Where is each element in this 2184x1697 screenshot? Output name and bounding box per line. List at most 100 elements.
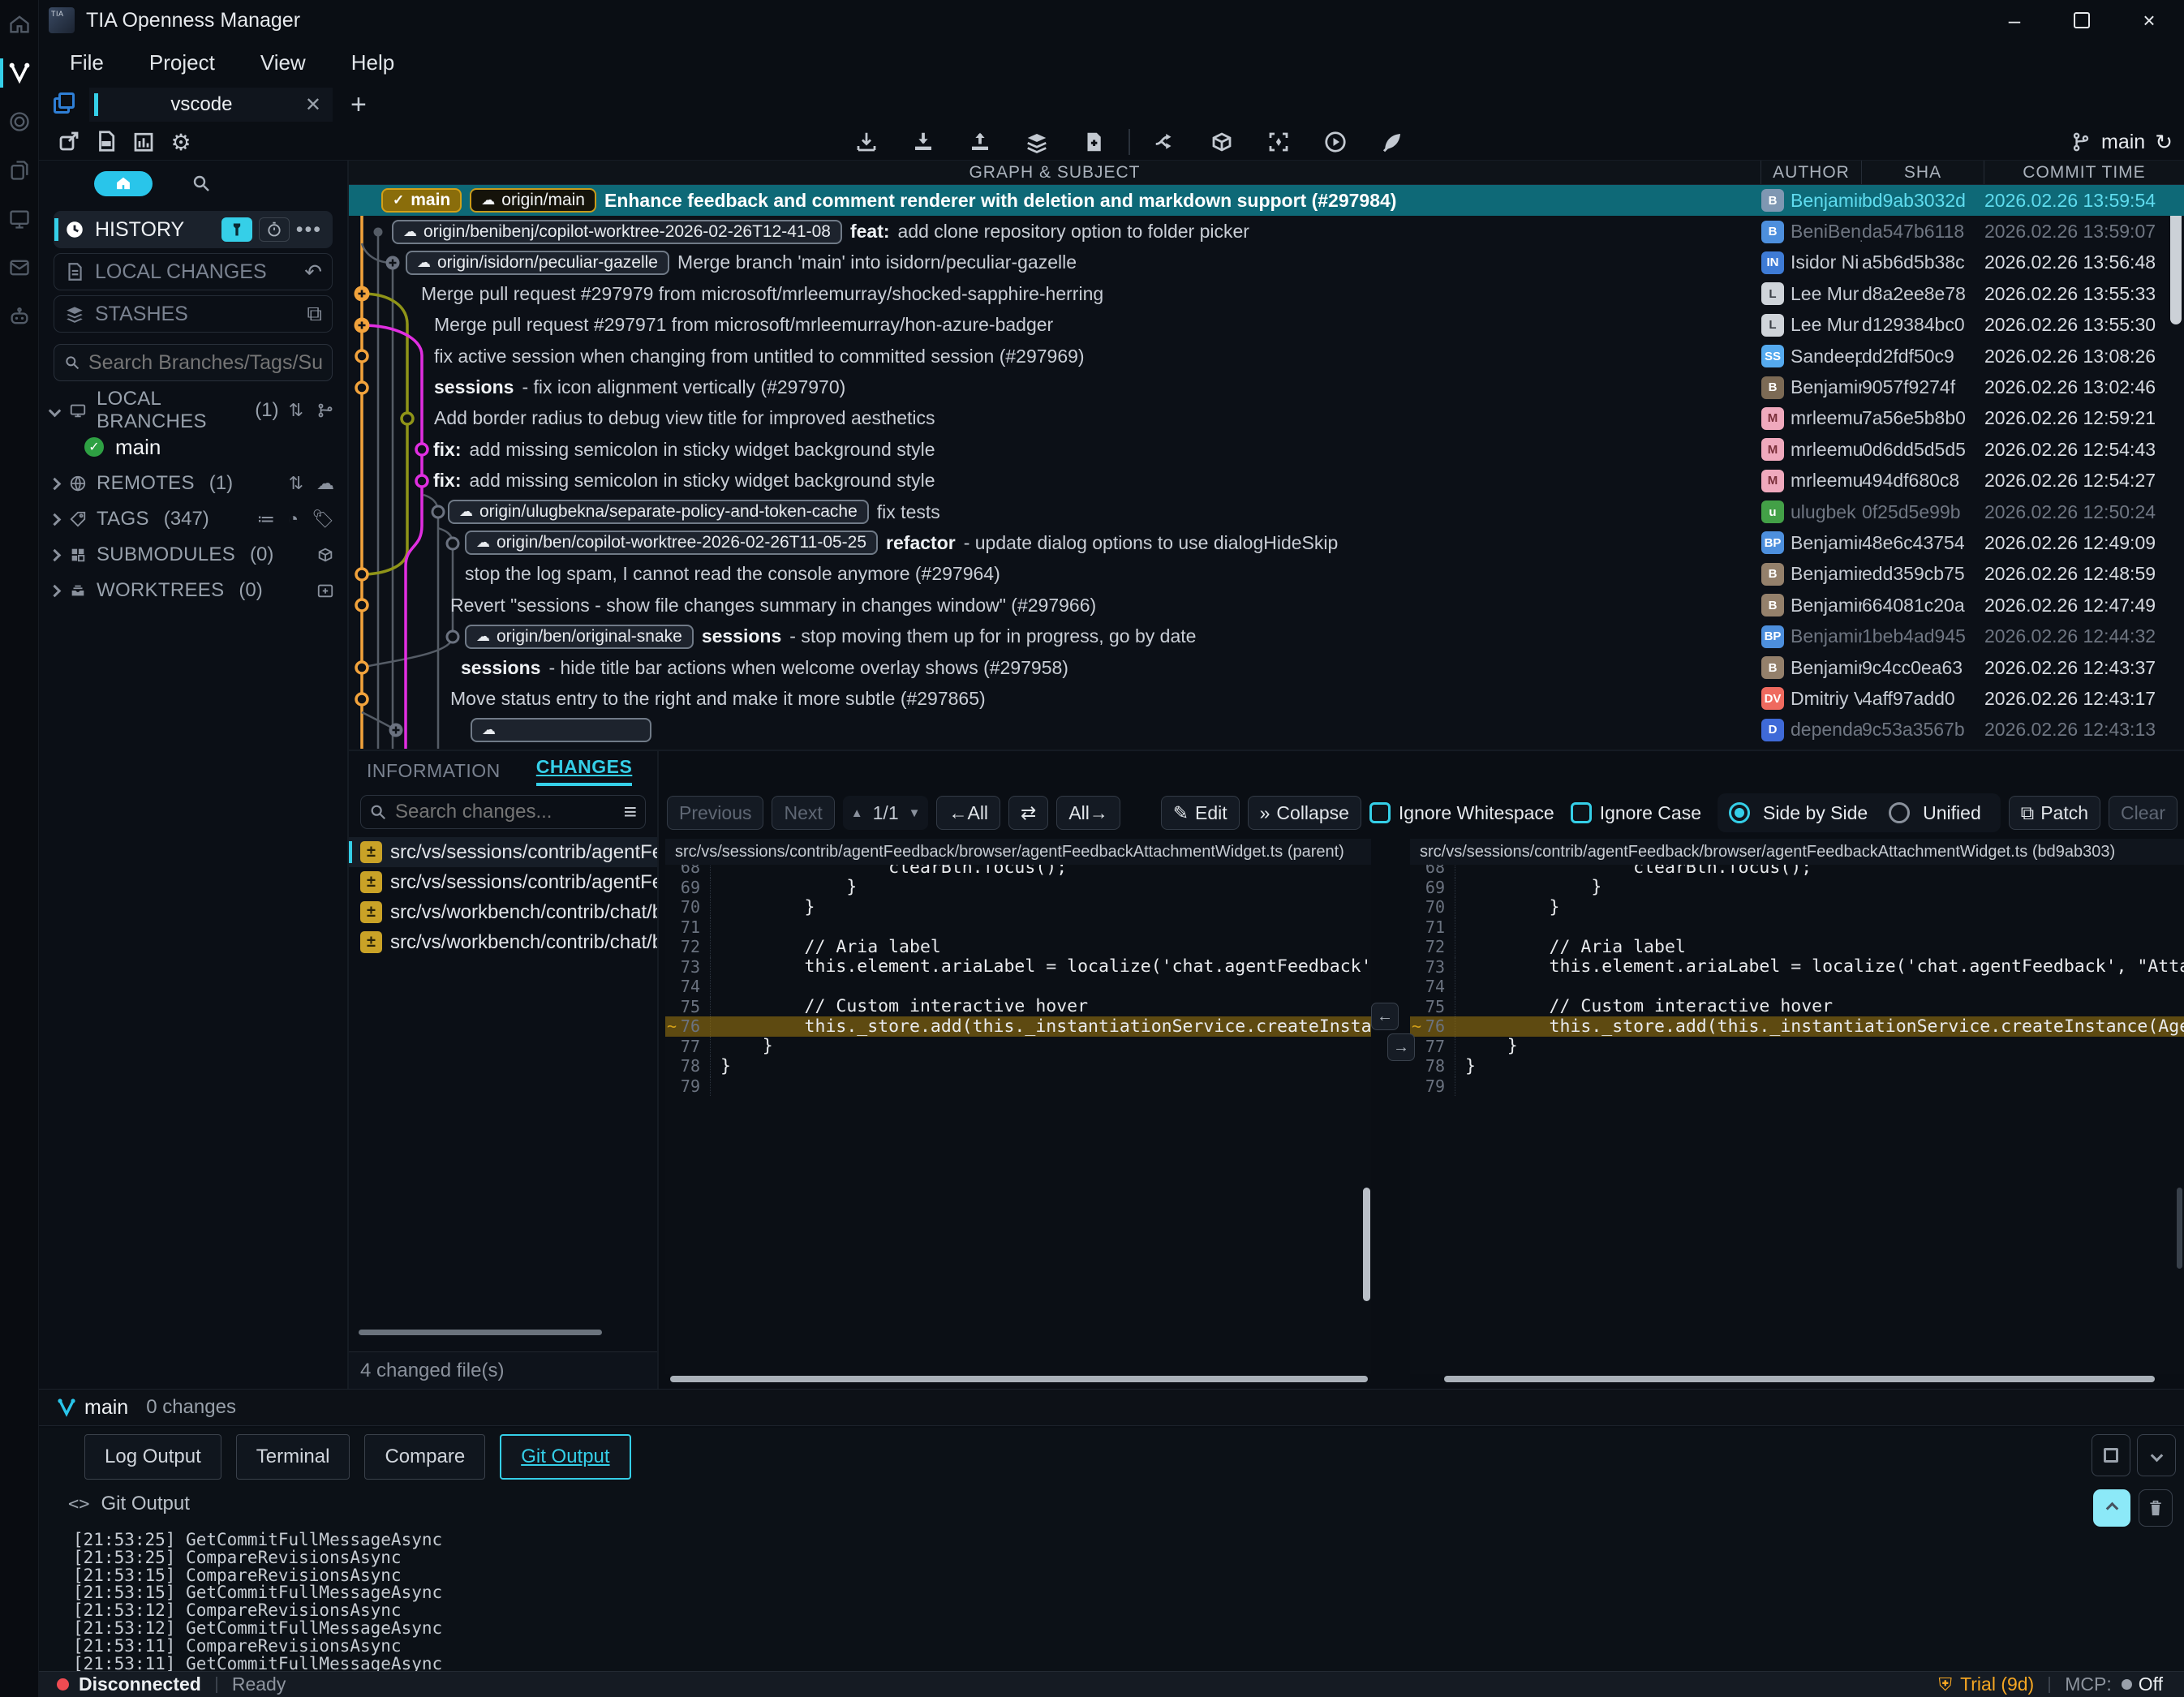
play-button[interactable] bbox=[1307, 130, 1364, 154]
swap-sides-button[interactable]: ⇄ bbox=[1008, 796, 1048, 830]
commit-row[interactable]: Revert "sessions - show file changes sum… bbox=[349, 590, 2184, 621]
branch-search-input[interactable] bbox=[88, 351, 322, 375]
menu-view[interactable]: View bbox=[260, 50, 306, 75]
sidebar-item-worktrees[interactable]: WORKTREES (0) bbox=[39, 573, 347, 608]
maximize-button[interactable] bbox=[2074, 12, 2090, 28]
sort-icon[interactable]: ⇅ bbox=[289, 473, 303, 494]
ai-assistant-nav-icon[interactable] bbox=[0, 292, 39, 341]
changes-menu-icon[interactable]: ≡ bbox=[624, 799, 637, 825]
unified-radio[interactable] bbox=[1889, 802, 1910, 823]
cloud-add-icon[interactable]: ☁ bbox=[316, 473, 334, 494]
panel-maximize-button[interactable] bbox=[2092, 1434, 2130, 1476]
files-nav-icon[interactable] bbox=[0, 146, 39, 195]
repo-tabs-icon[interactable] bbox=[54, 92, 78, 117]
branch-badge[interactable]: ☁origin/main bbox=[470, 188, 596, 213]
branch-badge[interactable]: ☁origin/benibenj/copilot-worktree-2026-0… bbox=[392, 220, 842, 244]
sidebar-search-button[interactable] bbox=[191, 174, 211, 193]
git-output-log[interactable]: [21:53:25] GetCommitFullMessageAsync[21:… bbox=[73, 1532, 2168, 1671]
sidebar-item-submodules[interactable]: SUBMODULES (0) bbox=[39, 537, 347, 573]
commit-row[interactable]: ☁origin/ulugbekna/separate-policy-and-to… bbox=[349, 496, 2184, 527]
diff-right-pane[interactable]: 68 clearBtn.focus();69 }70 }7172 // Aria… bbox=[1410, 865, 2184, 1374]
branch-search[interactable] bbox=[54, 344, 333, 381]
commit-row[interactable]: ☁origin/isidorn/peculiar-gazelleMerge br… bbox=[349, 247, 2184, 278]
commit-row[interactable]: sessions - fix icon alignment vertically… bbox=[349, 372, 2184, 402]
home-view-button[interactable] bbox=[94, 171, 153, 196]
commit-row[interactable]: ☁origin/ben/copilot-worktree-2026-02-26T… bbox=[349, 527, 2184, 558]
commit-row[interactable]: fix active session when changing from un… bbox=[349, 341, 2184, 372]
clear-button[interactable]: Clear bbox=[2109, 796, 2178, 830]
add-worktree-icon[interactable] bbox=[316, 582, 334, 599]
branch-badge[interactable]: ☁origin/ulugbekna/separate-policy-and-to… bbox=[448, 500, 869, 524]
commit-row[interactable]: Move status entry to the right and make … bbox=[349, 683, 2184, 714]
changed-file-item[interactable]: ±src/vs/sessions/contrib/agentFeedba bbox=[349, 867, 657, 897]
changed-file-item[interactable]: ±src/vs/sessions/contrib/agentFeedba bbox=[349, 837, 657, 867]
pull-button[interactable] bbox=[895, 130, 952, 154]
tab-close-icon[interactable]: ✕ bbox=[305, 93, 321, 117]
hunk-up-icon[interactable]: ▲ bbox=[851, 806, 863, 820]
refresh-icon[interactable]: ↻ bbox=[2155, 130, 2173, 155]
cube-icon[interactable] bbox=[316, 546, 334, 564]
focus-view-button[interactable] bbox=[1250, 130, 1307, 154]
previous-button[interactable]: Previous bbox=[667, 796, 763, 830]
commit-row[interactable]: ☁Ddependa9c53a3567b2026.02.26 12:43:13 bbox=[349, 715, 2184, 745]
share-button[interactable] bbox=[50, 129, 88, 156]
status-branch[interactable]: main bbox=[57, 1396, 128, 1420]
column-graph-subject[interactable]: GRAPH & SUBJECT bbox=[349, 161, 1761, 184]
patch-button[interactable]: ⧉Patch bbox=[2009, 796, 2100, 830]
apply-hunk-left-button[interactable]: ← bbox=[1371, 1003, 1399, 1030]
terminal-nav-icon[interactable] bbox=[0, 195, 39, 243]
commit-row[interactable]: fix: add missing semicolon in sticky wid… bbox=[349, 434, 2184, 465]
column-sha[interactable]: SHA bbox=[1862, 161, 1984, 184]
diff-left-vscrollbar[interactable] bbox=[1363, 1188, 1370, 1301]
close-button[interactable]: × bbox=[2137, 8, 2161, 33]
changed-file-item[interactable]: ±src/vs/workbench/contrib/chat/brow bbox=[349, 897, 657, 927]
edit-button[interactable]: ✎Edit bbox=[1161, 796, 1240, 830]
changes-search[interactable]: ≡ bbox=[360, 795, 646, 829]
compare-branch-icon[interactable] bbox=[316, 402, 334, 419]
column-commit-time[interactable]: COMMIT TIME bbox=[1984, 161, 2184, 184]
apply-hunk-right-button[interactable]: → bbox=[1387, 1033, 1415, 1061]
local-changes-panel[interactable]: LOCAL CHANGES ↶ bbox=[54, 253, 333, 290]
tab-changes[interactable]: CHANGES bbox=[536, 756, 633, 786]
commit-row[interactable]: ☁origin/ben/original-snakesessions - sto… bbox=[349, 621, 2184, 651]
stash-box-icon[interactable]: ⧉ bbox=[307, 301, 322, 327]
changes-search-input[interactable] bbox=[395, 801, 582, 823]
stash-button[interactable] bbox=[1008, 130, 1065, 154]
branch-badge[interactable]: ✓main bbox=[381, 188, 462, 213]
push-button[interactable] bbox=[952, 130, 1008, 154]
sidebar-item-tags[interactable]: TAGS (347) ≔ ◔ 🏷 bbox=[39, 501, 347, 537]
file-list-hscrollbar[interactable] bbox=[359, 1330, 602, 1335]
scroll-to-top-button[interactable] bbox=[2093, 1489, 2130, 1527]
undo-icon[interactable]: ↶ bbox=[304, 260, 322, 285]
changed-file-item[interactable]: ±src/vs/workbench/contrib/chat/brow bbox=[349, 927, 657, 957]
apply-all-right-button[interactable]: All→ bbox=[1056, 796, 1120, 830]
launch-button[interactable] bbox=[1364, 130, 1421, 154]
panel-tab-log-output[interactable]: Log Output bbox=[84, 1434, 221, 1480]
settings-gear-icon[interactable]: ⚙ bbox=[162, 129, 200, 156]
branch-badge[interactable]: ☁origin/ben/original-snake bbox=[465, 625, 694, 649]
trial-badge[interactable]: Trial (9d) bbox=[1960, 1673, 2034, 1695]
branch-actions-button[interactable] bbox=[1137, 130, 1193, 154]
panel-tab-git-output[interactable]: Git Output bbox=[500, 1434, 630, 1480]
history-panel[interactable]: HISTORY ••• bbox=[54, 211, 333, 248]
commit-row[interactable]: ☁origin/benibenj/copilot-worktree-2026-0… bbox=[349, 216, 2184, 247]
repo-tab-vscode[interactable]: vscode ✕ bbox=[89, 88, 333, 122]
inbox-nav-icon[interactable] bbox=[0, 243, 39, 292]
commit-row[interactable]: stop the log spam, I cannot read the con… bbox=[349, 559, 2184, 590]
diff-left-hscrollbar[interactable] bbox=[670, 1376, 1368, 1382]
menu-help[interactable]: Help bbox=[351, 50, 394, 75]
side-by-side-radio[interactable] bbox=[1729, 802, 1750, 823]
diff-right-hscrollbar[interactable] bbox=[1444, 1376, 2155, 1382]
commit-row[interactable]: Merge pull request #297971 from microsof… bbox=[349, 310, 2184, 341]
branch-badge[interactable]: ☁ bbox=[471, 718, 651, 742]
focus-nav-icon[interactable] bbox=[0, 97, 39, 146]
timer-button[interactable] bbox=[259, 217, 290, 242]
collapse-button[interactable]: »Collapse bbox=[1248, 796, 1361, 830]
sidebar-item-local-branches[interactable]: LOCAL BRANCHES (1) ⇅ bbox=[39, 393, 347, 428]
clear-log-button[interactable] bbox=[2139, 1489, 2173, 1527]
branch-badge[interactable]: ☁origin/isidorn/peculiar-gazelle bbox=[406, 251, 669, 275]
diff-left-pane[interactable]: 68 clearBtn.focus();69 }70 }7172 // Aria… bbox=[665, 865, 1371, 1374]
menu-project[interactable]: Project bbox=[149, 50, 215, 75]
list-icon[interactable]: ≔ bbox=[257, 509, 275, 530]
pop-stash-button[interactable] bbox=[1065, 130, 1122, 154]
